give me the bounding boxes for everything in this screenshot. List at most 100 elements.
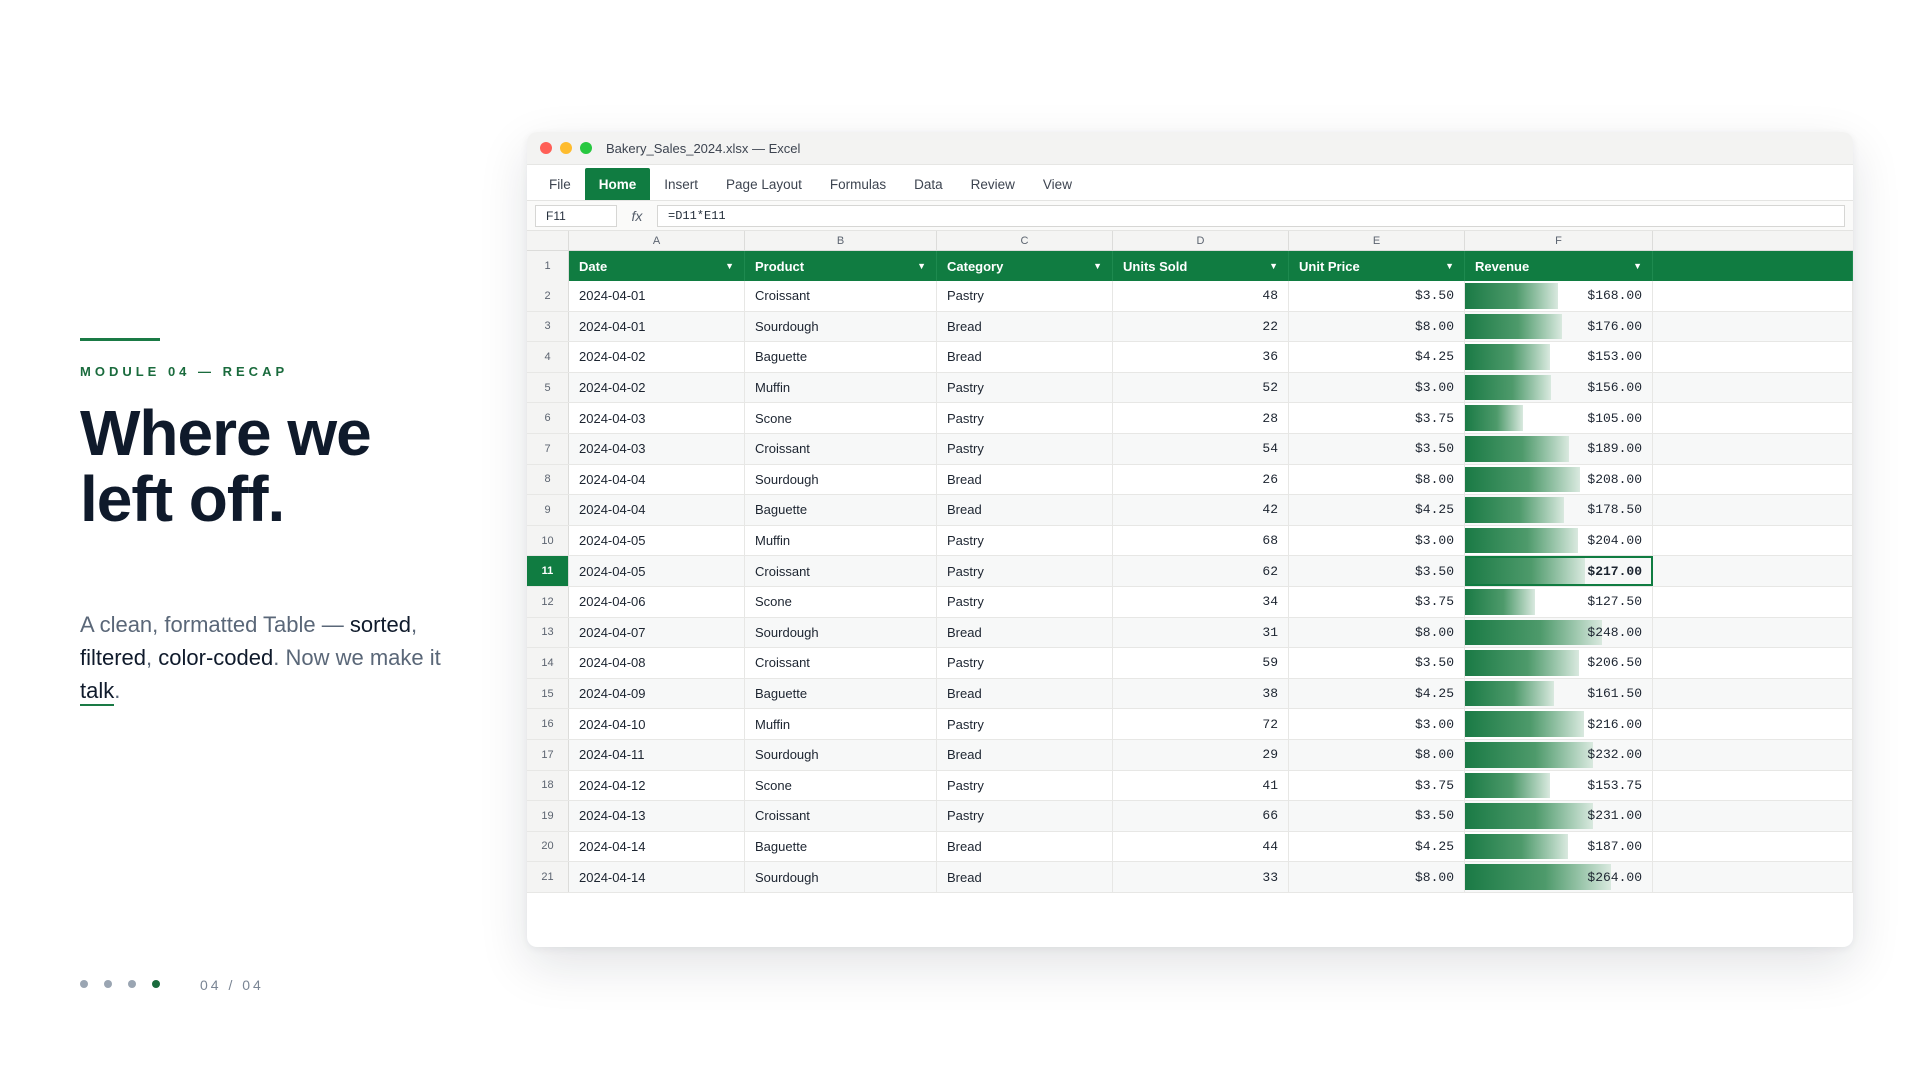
date-cell[interactable]: 2024-04-09 bbox=[569, 678, 745, 709]
revenue-cell[interactable]: $161.50 bbox=[1465, 678, 1653, 709]
product-cell[interactable]: Muffin bbox=[745, 709, 937, 739]
empty-cell[interactable] bbox=[1653, 709, 1853, 739]
units-cell[interactable]: 31 bbox=[1113, 617, 1289, 648]
empty-cell[interactable] bbox=[1653, 372, 1853, 403]
product-cell[interactable]: Muffin bbox=[745, 372, 937, 403]
empty-cell[interactable] bbox=[1653, 862, 1853, 892]
row-number[interactable]: 5 bbox=[527, 372, 569, 403]
row-number[interactable]: 6 bbox=[527, 403, 569, 433]
empty-cell[interactable] bbox=[1653, 495, 1853, 525]
table-header-unit-price[interactable]: Unit Price ▼ bbox=[1289, 251, 1465, 281]
table-header-date[interactable]: Date ▼ bbox=[569, 251, 745, 281]
units-cell[interactable]: 42 bbox=[1113, 495, 1289, 525]
revenue-cell[interactable]: $127.50 bbox=[1465, 586, 1653, 617]
date-cell[interactable]: 2024-04-01 bbox=[569, 311, 745, 342]
row-number[interactable]: 19 bbox=[527, 801, 569, 831]
price-cell[interactable]: $3.50 bbox=[1289, 648, 1465, 678]
category-cell[interactable]: Bread bbox=[937, 495, 1113, 525]
product-cell[interactable]: Croissant bbox=[745, 433, 937, 464]
row-number[interactable]: 18 bbox=[527, 770, 569, 801]
row-number[interactable]: 11 bbox=[527, 556, 569, 586]
row-number[interactable]: 3 bbox=[527, 311, 569, 342]
date-cell[interactable]: 2024-04-05 bbox=[569, 556, 745, 586]
revenue-cell[interactable]: $168.00 bbox=[1465, 281, 1653, 311]
units-cell[interactable]: 66 bbox=[1113, 801, 1289, 831]
units-cell[interactable]: 59 bbox=[1113, 648, 1289, 678]
product-cell[interactable]: Sourdough bbox=[745, 862, 937, 892]
category-cell[interactable]: Bread bbox=[937, 342, 1113, 372]
product-cell[interactable]: Sourdough bbox=[745, 739, 937, 770]
filter-dropdown-icon[interactable]: ▼ bbox=[917, 261, 926, 271]
column-header-f[interactable]: F bbox=[1465, 231, 1653, 250]
empty-cell[interactable] bbox=[1653, 464, 1853, 495]
tab-page-layout[interactable]: Page Layout bbox=[712, 168, 816, 200]
revenue-cell[interactable]: $208.00 bbox=[1465, 464, 1653, 495]
date-cell[interactable]: 2024-04-14 bbox=[569, 831, 745, 862]
close-window-button[interactable] bbox=[540, 142, 552, 154]
revenue-cell[interactable]: $264.00 bbox=[1465, 862, 1653, 892]
column-header-c[interactable]: C bbox=[937, 231, 1113, 250]
date-cell[interactable]: 2024-04-13 bbox=[569, 801, 745, 831]
revenue-cell[interactable]: $189.00 bbox=[1465, 433, 1653, 464]
empty-cell[interactable] bbox=[1653, 556, 1853, 586]
table-header-units-sold[interactable]: Units Sold ▼ bbox=[1113, 251, 1289, 281]
product-cell[interactable]: Croissant bbox=[745, 556, 937, 586]
product-cell[interactable]: Croissant bbox=[745, 281, 937, 311]
category-cell[interactable]: Bread bbox=[937, 617, 1113, 648]
date-cell[interactable]: 2024-04-11 bbox=[569, 739, 745, 770]
units-cell[interactable]: 72 bbox=[1113, 709, 1289, 739]
date-cell[interactable]: 2024-04-03 bbox=[569, 403, 745, 433]
product-cell[interactable]: Muffin bbox=[745, 525, 937, 556]
units-cell[interactable]: 44 bbox=[1113, 831, 1289, 862]
product-cell[interactable]: Sourdough bbox=[745, 311, 937, 342]
revenue-cell[interactable]: $206.50 bbox=[1465, 648, 1653, 678]
empty-cell[interactable] bbox=[1653, 648, 1853, 678]
category-cell[interactable]: Pastry bbox=[937, 648, 1113, 678]
price-cell[interactable]: $3.00 bbox=[1289, 709, 1465, 739]
filter-dropdown-icon[interactable]: ▼ bbox=[1445, 261, 1454, 271]
category-cell[interactable]: Bread bbox=[937, 739, 1113, 770]
fx-icon[interactable]: fx bbox=[617, 208, 657, 224]
select-all-corner[interactable] bbox=[527, 231, 569, 250]
product-cell[interactable]: Sourdough bbox=[745, 464, 937, 495]
filter-dropdown-icon[interactable]: ▼ bbox=[1093, 261, 1102, 271]
empty-cell[interactable] bbox=[1653, 586, 1853, 617]
revenue-cell[interactable]: $216.00 bbox=[1465, 709, 1653, 739]
row-number[interactable]: 16 bbox=[527, 709, 569, 739]
date-cell[interactable]: 2024-04-14 bbox=[569, 862, 745, 892]
column-header-b[interactable]: B bbox=[745, 231, 937, 250]
table-header-product[interactable]: Product ▼ bbox=[745, 251, 937, 281]
product-cell[interactable]: Scone bbox=[745, 586, 937, 617]
date-cell[interactable]: 2024-04-06 bbox=[569, 586, 745, 617]
empty-cell[interactable] bbox=[1653, 678, 1853, 709]
row-number[interactable]: 15 bbox=[527, 678, 569, 709]
price-cell[interactable]: $3.50 bbox=[1289, 281, 1465, 311]
price-cell[interactable]: $4.25 bbox=[1289, 495, 1465, 525]
units-cell[interactable]: 52 bbox=[1113, 372, 1289, 403]
units-cell[interactable]: 28 bbox=[1113, 403, 1289, 433]
revenue-cell[interactable]: $156.00 bbox=[1465, 372, 1653, 403]
revenue-cell[interactable]: $217.00 bbox=[1465, 556, 1653, 586]
filter-dropdown-icon[interactable]: ▼ bbox=[1633, 261, 1642, 271]
empty-cell[interactable] bbox=[1653, 342, 1853, 372]
tab-review[interactable]: Review bbox=[957, 168, 1029, 200]
date-cell[interactable]: 2024-04-04 bbox=[569, 464, 745, 495]
empty-cell[interactable] bbox=[1653, 801, 1853, 831]
empty-cell[interactable] bbox=[1653, 770, 1853, 801]
tab-insert[interactable]: Insert bbox=[650, 168, 712, 200]
units-cell[interactable]: 34 bbox=[1113, 586, 1289, 617]
empty-cell[interactable] bbox=[1653, 739, 1853, 770]
units-cell[interactable]: 48 bbox=[1113, 281, 1289, 311]
date-cell[interactable]: 2024-04-01 bbox=[569, 281, 745, 311]
date-cell[interactable]: 2024-04-08 bbox=[569, 648, 745, 678]
price-cell[interactable]: $3.00 bbox=[1289, 525, 1465, 556]
units-cell[interactable]: 54 bbox=[1113, 433, 1289, 464]
category-cell[interactable]: Bread bbox=[937, 831, 1113, 862]
category-cell[interactable]: Bread bbox=[937, 678, 1113, 709]
product-cell[interactable]: Croissant bbox=[745, 801, 937, 831]
product-cell[interactable]: Baguette bbox=[745, 678, 937, 709]
revenue-cell[interactable]: $187.00 bbox=[1465, 831, 1653, 862]
date-cell[interactable]: 2024-04-04 bbox=[569, 495, 745, 525]
product-cell[interactable]: Croissant bbox=[745, 648, 937, 678]
price-cell[interactable]: $8.00 bbox=[1289, 464, 1465, 495]
